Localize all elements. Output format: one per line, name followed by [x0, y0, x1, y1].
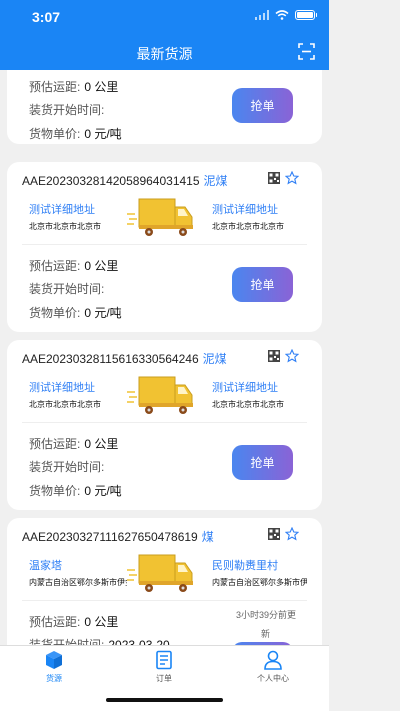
tab-label: 货源 — [46, 674, 62, 683]
star-icon[interactable] — [285, 527, 299, 541]
route-section: 温家塔 内蒙古自治区鄂尔多斯市伊金霍 民则勒赉里村 内蒙古自治区鄂尔多斯市伊金霍 — [22, 551, 307, 601]
cargo-type: 泥煤 — [202, 352, 227, 366]
load-start-row: 装货开始时间: — [29, 101, 108, 118]
grab-order-button[interactable]: 抢单 — [232, 88, 293, 123]
load-start-label: 装货开始时间: — [29, 103, 105, 117]
cellular-signal-icon — [255, 10, 269, 20]
load-start-value: 2023-03-20 — [108, 638, 170, 645]
unit-price-label: 货物单价: — [29, 127, 81, 141]
unit-price-label: 货物单价: — [29, 484, 81, 498]
distance-value: 0 公里 — [84, 259, 119, 273]
order-card[interactable]: 预估运距: 0 公里 装货开始时间: 货物单价: 0 元/吨 抢单 — [7, 70, 322, 144]
distance-row: 预估运距: 0 公里 — [29, 435, 118, 452]
star-icon[interactable] — [285, 349, 299, 363]
unit-price-value: 0 元/吨 — [84, 484, 122, 498]
load-start-label: 装货开始时间: — [29, 282, 105, 296]
distance-value: 0 公里 — [84, 615, 119, 629]
status-icons — [255, 10, 317, 20]
order-number: AAE20230328115616330564246 — [22, 352, 199, 366]
distance-value: 0 公里 — [84, 437, 119, 451]
truck-icon — [127, 198, 193, 236]
order-header: AAE20230327111627650478619 煤 — [22, 528, 214, 545]
route-section: 测试详细地址 北京市北京市北京市 测试详细地址 北京市北京市北京市 — [22, 373, 307, 423]
tab-label: 订单 — [156, 674, 172, 683]
tab-profile[interactable]: 个人中心 — [243, 650, 303, 684]
battery-icon — [295, 10, 317, 20]
tab-label: 个人中心 — [257, 674, 289, 683]
grab-order-button[interactable]: 抢单 — [232, 445, 293, 480]
order-list[interactable]: 预估运距: 0 公里 装货开始时间: 货物单价: 0 元/吨 抢单 AAE20230… — [0, 70, 329, 645]
unit-price-row: 货物单价: 0 元/吨 — [29, 304, 122, 321]
distance-label: 预估运距: — [29, 615, 81, 629]
distance-row: 预估运距: 0 公里 — [29, 613, 118, 630]
distance-value: 0 公里 — [84, 80, 119, 94]
cube-icon — [46, 651, 62, 669]
unit-price-row: 货物单价: 0 元/吨 — [29, 482, 122, 499]
order-card[interactable]: AAE20230328142058964031415 泥煤 测试详细地址 北京市北… — [7, 162, 322, 332]
qr-code-icon[interactable] — [268, 528, 280, 540]
distance-row: 预估运距: 0 公里 — [29, 257, 118, 274]
order-header: AAE20230328115616330564246 泥煤 — [22, 350, 227, 367]
unit-price-row: 货物单价: 0 元/吨 — [29, 125, 122, 142]
scan-icon[interactable] — [298, 43, 315, 60]
order-header: AAE20230328142058964031415 泥煤 — [22, 172, 228, 189]
origin-address: 测试详细地址 — [29, 204, 95, 216]
truck-icon — [127, 376, 193, 414]
load-start-label: 装货开始时间: — [29, 638, 105, 645]
distance-row: 预估运距: 0 公里 — [29, 78, 118, 95]
destination-region: 内蒙古自治区鄂尔多斯市伊金霍 — [212, 578, 307, 587]
destination-region: 北京市北京市北京市 — [212, 222, 284, 231]
unit-price-value: 0 元/吨 — [84, 306, 122, 320]
destination-region: 北京市北京市北京市 — [212, 400, 284, 409]
origin-region: 内蒙古自治区鄂尔多斯市伊金霍 — [29, 578, 127, 587]
origin-region: 北京市北京市北京市 — [29, 400, 101, 409]
origin-region: 北京市北京市北京市 — [29, 222, 101, 231]
destination-address: 测试详细地址 — [212, 204, 278, 216]
document-icon — [156, 650, 172, 670]
home-indicator — [106, 698, 223, 702]
unit-price-value: 0 元/吨 — [84, 127, 122, 141]
unit-price-label: 货物单价: — [29, 306, 81, 320]
destination-address: 测试详细地址 — [212, 382, 278, 394]
qr-code-icon[interactable] — [268, 350, 280, 362]
status-time: 3:07 — [32, 9, 61, 25]
route-section: 测试详细地址 北京市北京市北京市 测试详细地址 北京市北京市北京市 — [22, 195, 307, 245]
load-start-row: 装货开始时间: — [29, 458, 108, 475]
order-card[interactable]: AAE20230328115616330564246 泥煤 测试详细地址 北京市北… — [7, 340, 322, 510]
star-icon[interactable] — [285, 171, 299, 185]
destination-address: 民则勒赉里村 — [212, 560, 278, 572]
qr-code-icon[interactable] — [268, 172, 280, 184]
cargo-type: 泥煤 — [203, 174, 228, 188]
top-header: 3:07 最新货源 — [0, 0, 329, 70]
page-title: 最新货源 — [136, 46, 193, 62]
tab-orders[interactable]: 订单 — [134, 650, 194, 684]
origin-address: 温家塔 — [29, 560, 62, 572]
order-number: AAE20230327111627650478619 — [22, 530, 198, 544]
load-start-row: 装货开始时间: 2023-03-20 — [29, 636, 170, 645]
distance-label: 预估运距: — [29, 259, 81, 273]
tab-cargo-source[interactable]: 货源 — [24, 650, 84, 684]
distance-label: 预估运距: — [29, 80, 81, 94]
origin-address: 测试详细地址 — [29, 382, 95, 394]
order-number: AAE20230328142058964031415 — [22, 174, 200, 188]
load-start-label: 装货开始时间: — [29, 460, 105, 474]
truck-icon — [127, 554, 193, 592]
wifi-icon — [275, 10, 289, 20]
updated-time: 3小时39分前更 — [236, 610, 297, 620]
person-icon — [264, 650, 282, 670]
grab-order-button[interactable]: 抢单 — [232, 267, 293, 302]
cargo-type: 煤 — [201, 530, 214, 544]
load-start-row: 装货开始时间: — [29, 280, 108, 297]
order-card[interactable]: AAE20230327111627650478619 煤 温家塔 内蒙古自治区鄂尔… — [7, 518, 322, 645]
new-badge: 新 — [261, 629, 271, 639]
distance-label: 预估运距: — [29, 437, 81, 451]
